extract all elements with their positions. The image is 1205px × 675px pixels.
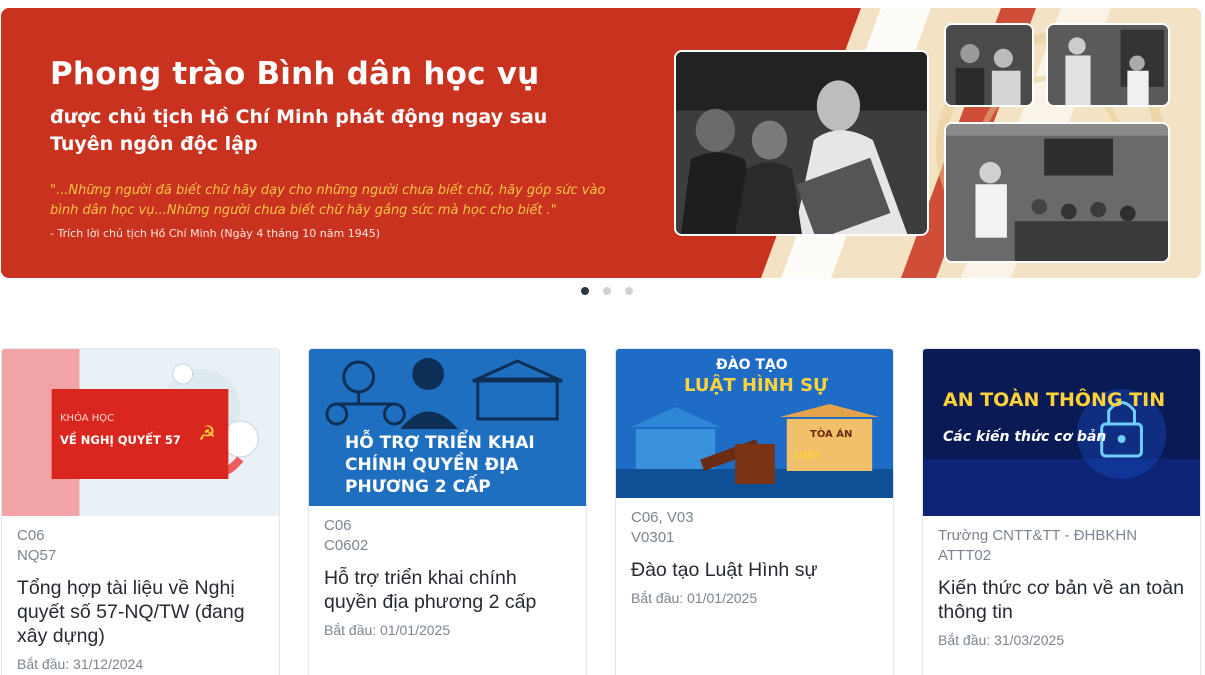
course-thumbnail[interactable]: KHÓA HỌC VỀ NGHỊ QUYẾT 57 ☭ xyxy=(2,349,279,516)
thumb-line-2: LUẬT HÌNH SỰ xyxy=(684,375,829,396)
carousel-dot-3[interactable] xyxy=(625,287,633,295)
course-code: C06 xyxy=(17,527,45,544)
carousel-indicators xyxy=(581,287,633,295)
course-card-nq57[interactable]: KHÓA HỌC VỀ NGHỊ QUYẾT 57 ☭ C06 NQ57 Tổn… xyxy=(1,348,280,675)
thumb-label-big: VỀ NGHỊ QUYẾT 57 xyxy=(60,433,181,447)
thumb-line-3: PHƯƠNG 2 CẤP xyxy=(345,477,491,497)
course-card-an-toan-thong-tin[interactable]: AN TOÀN THÔNG TIN Các kiến thức cơ bản T… xyxy=(922,348,1201,675)
course-thumbnail[interactable]: ĐÀO TẠO LUẬT HÌNH SỰ TÒA ÁN LUẬT xyxy=(616,349,893,498)
course-start-date: Bắt đầu: 01/01/2025 xyxy=(631,590,758,606)
course-card-chinh-quyen[interactable]: HỖ TRỢ TRIỂN KHAI CHÍNH QUYỀN ĐỊA PHƯƠNG… xyxy=(308,348,587,675)
course-code: C06 xyxy=(324,517,352,534)
course-code: C06, V03 xyxy=(631,509,694,526)
course-thumbnail[interactable]: HỖ TRỢ TRIỂN KHAI CHÍNH QUYỀN ĐỊA PHƯƠNG… xyxy=(309,349,586,506)
historical-photo-small-left xyxy=(944,23,1034,107)
hero-title: Phong trào Bình dân học vụ xyxy=(50,56,540,92)
carousel-dot-1[interactable] xyxy=(581,287,589,295)
historical-photo-classroom xyxy=(944,122,1170,263)
thumb-law-book: LUẬT xyxy=(794,451,820,461)
thumb-line-1: ĐÀO TẠO xyxy=(716,357,788,373)
course-start-date: Bắt đầu: 01/01/2025 xyxy=(324,622,451,638)
thumb-line-1: AN TOÀN THÔNG TIN xyxy=(943,389,1166,411)
thumb-line-1: HỖ TRỢ TRIỂN KHAI xyxy=(345,433,535,453)
course-title[interactable]: Kiến thức cơ bản về an toàn thông tin xyxy=(938,576,1185,624)
course-card-luat-hinh-su[interactable]: ĐÀO TẠO LUẬT HÌNH SỰ TÒA ÁN LUẬT C06, V0… xyxy=(615,348,894,675)
hero-quote: "...Những người đã biết chữ hãy dạy cho … xyxy=(50,183,606,218)
course-code: ATTT02 xyxy=(938,547,992,564)
carousel-dot-2[interactable] xyxy=(603,287,611,295)
course-title[interactable]: Tổng hợp tài liệu về Nghị quyết số 57-NQ… xyxy=(17,576,264,648)
course-title[interactable]: Hỗ trợ triển khai chính quyền địa phương… xyxy=(324,566,571,614)
course-code: C0602 xyxy=(324,537,369,554)
thumb-line-2: CHÍNH QUYỀN ĐỊA xyxy=(345,455,519,475)
course-start-date: Bắt đầu: 31/03/2025 xyxy=(938,632,1065,648)
hero-quote-source: - Trích lời chủ tịch Hồ Chí Minh (Ngày 4… xyxy=(50,227,380,240)
course-code: V0301 xyxy=(631,529,675,546)
thumb-line-2: Các kiến thức cơ bản xyxy=(943,429,1107,445)
course-title[interactable]: Đào tạo Luật Hình sự xyxy=(631,558,878,582)
hero-subtitle: được chủ tịch Hồ Chí Minh phát động ngay… xyxy=(50,106,548,155)
hammer-sickle-icon: ☭ xyxy=(198,421,216,445)
course-thumbnail[interactable]: AN TOÀN THÔNG TIN Các kiến thức cơ bản xyxy=(923,349,1200,516)
thumb-courthouse-sign: TÒA ÁN xyxy=(810,429,853,440)
historical-photo-main xyxy=(674,50,929,236)
historical-photo-small-right xyxy=(1046,23,1170,107)
course-start-date: Bắt đầu: 31/12/2024 xyxy=(17,656,144,672)
course-code: Trường CNTT&TT - ĐHBKHN xyxy=(938,527,1138,544)
thumb-label-small: KHÓA HỌC xyxy=(60,413,115,424)
course-code: NQ57 xyxy=(17,547,57,564)
hero-banner[interactable]: Phong trào Bình dân học vụ được chủ tịch… xyxy=(1,8,1201,278)
